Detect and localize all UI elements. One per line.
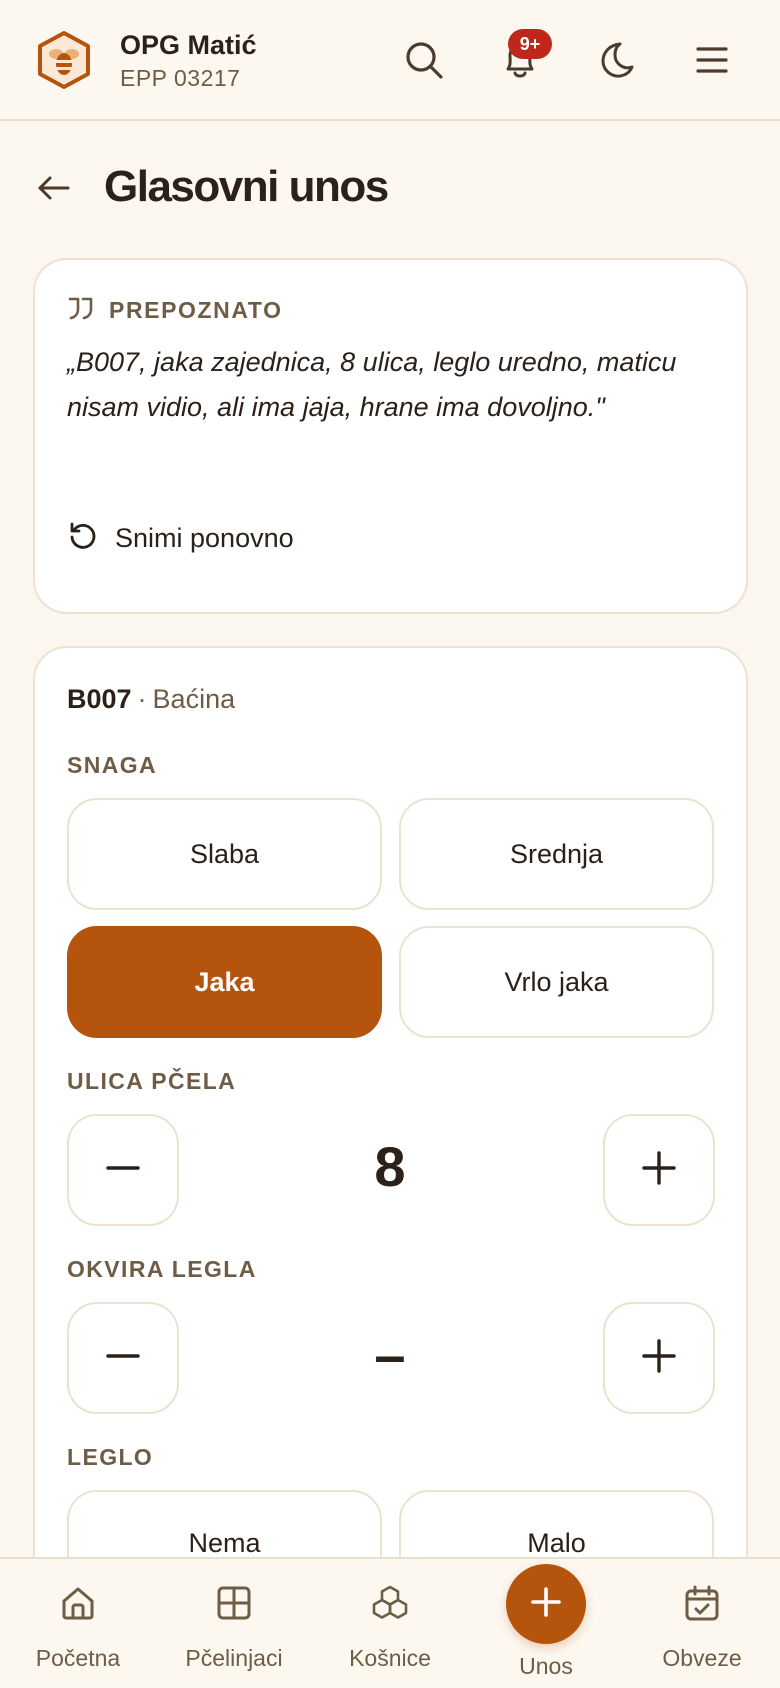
hive-code: B007 [67, 684, 132, 714]
recognized-label: PREPOZNATO [109, 297, 283, 323]
brood-frames-value: – [374, 1323, 406, 1386]
streets-label: ULICA PČELA [67, 1068, 237, 1094]
brood-frames-label: OKVIRA LEGLA [67, 1256, 257, 1282]
streets-decrement-button[interactable] [67, 1114, 179, 1226]
hive-separator: · [137, 684, 147, 714]
nav-item-obveze[interactable]: Obveze [624, 1559, 780, 1688]
top-bar: OPG Matić EPP 03217 9+ [0, 0, 780, 121]
quote-icon [67, 294, 109, 327]
minus-icon [105, 1150, 141, 1191]
nav-label-obveze: Obveze [662, 1645, 742, 1671]
streets-increment-button[interactable] [603, 1114, 715, 1226]
rotate-ccw-icon [67, 520, 115, 557]
strength-option-vrlo-jaka[interactable]: Vrlo jaka [399, 926, 714, 1038]
nav-label-pocetna: Početna [35, 1645, 121, 1671]
recognized-card: PREPOZNATO „B007, jaka zajednica, 8 ulic… [33, 258, 748, 614]
strength-option-srednja[interactable]: Srednja [399, 798, 714, 910]
rerecord-label: Snimi ponovno [115, 523, 294, 553]
moon-icon[interactable] [594, 38, 638, 82]
plus-icon [641, 1150, 677, 1191]
brood-frames-decrement-button[interactable] [67, 1302, 179, 1414]
add-entry-button[interactable] [506, 1564, 586, 1644]
bee-logo-icon[interactable] [36, 30, 92, 90]
strength-label: SNAGA [67, 752, 158, 778]
menu-icon[interactable] [690, 38, 734, 82]
notification-badge: 9+ [508, 29, 552, 59]
brood-label: LEGLO [67, 1444, 154, 1470]
recognized-header: PREPOZNATO [67, 294, 283, 327]
bottom-navigation: Početna Pčelinjaci Košnice Unos Obveze [0, 1557, 780, 1688]
streets-value: 8 [374, 1135, 406, 1198]
rerecord-button[interactable]: Snimi ponovno [67, 520, 294, 557]
nav-label-pcelinjaci: Pčelinjaci [185, 1645, 283, 1671]
strength-option-slaba[interactable]: Slaba [67, 798, 382, 910]
plus-icon [528, 1584, 564, 1625]
hive-title: B007 · Baćina [67, 684, 235, 715]
nav-item-pcelinjaci[interactable]: Pčelinjaci [156, 1559, 312, 1688]
strength-option-jaka[interactable]: Jaka [67, 926, 382, 1038]
nav-label-unos: Unos [519, 1653, 573, 1679]
recognized-text: „B007, jaka zajednica, 8 ulica, leglo ur… [67, 347, 677, 422]
brand-subtitle: EPP 03217 [120, 65, 241, 91]
hive-location: Baćina [152, 684, 236, 714]
brand-name: OPG Matić [120, 30, 257, 60]
nav-label-kosnice: Košnice [349, 1645, 431, 1671]
back-arrow-icon[interactable] [34, 168, 74, 208]
search-icon[interactable] [402, 38, 446, 82]
nav-item-kosnice[interactable]: Košnice [312, 1559, 468, 1688]
page-title: Glasovni unos [104, 162, 389, 211]
inspection-card: B007 · Baćina SNAGA Slaba Srednja Jaka Vrl… [33, 646, 748, 1688]
nav-item-pocetna[interactable]: Početna [0, 1559, 156, 1688]
minus-icon [105, 1338, 141, 1379]
brood-frames-increment-button[interactable] [603, 1302, 715, 1414]
plus-icon [641, 1338, 677, 1379]
